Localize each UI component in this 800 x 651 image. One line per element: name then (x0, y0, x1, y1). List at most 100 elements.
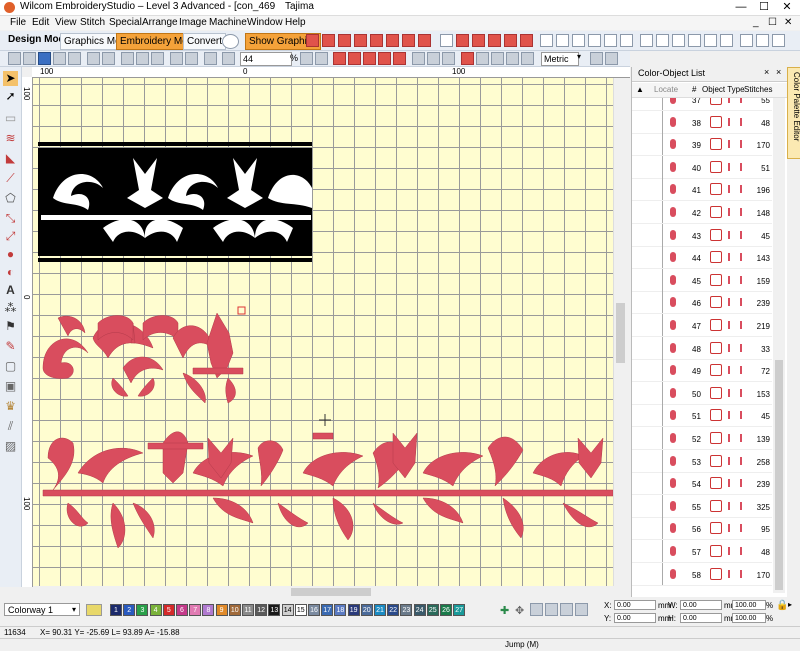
triple-run-icon[interactable]: ⤢ (3, 229, 18, 244)
color-swatch[interactable]: 16 (308, 604, 320, 616)
redo-icon[interactable] (185, 52, 198, 65)
underlay-icon[interactable] (472, 34, 485, 47)
motif-fill-icon[interactable] (402, 34, 415, 47)
group-icon[interactable] (772, 34, 785, 47)
object-list-row[interactable]: 49 72 (632, 359, 772, 383)
object-list-row[interactable]: 52 139 (632, 427, 772, 450)
object-list-row[interactable]: 42 148 (632, 201, 772, 224)
color-swatch[interactable]: 15 (294, 604, 307, 616)
copy-icon[interactable] (136, 52, 149, 65)
column-object-type[interactable]: Object Type (702, 85, 745, 94)
y-field[interactable]: 0.00 (614, 613, 656, 623)
thread-chart-icon[interactable] (530, 603, 543, 616)
undo-icon[interactable] (170, 52, 183, 65)
photo-flash-icon[interactable] (604, 34, 617, 47)
column-locate[interactable]: Locate (654, 85, 678, 94)
show-connectors-icon[interactable] (363, 52, 376, 65)
zoom-field[interactable]: 44 (240, 52, 292, 66)
w-field[interactable]: 0.00 (680, 600, 722, 610)
align-bottom-icon[interactable] (720, 34, 733, 47)
collapse-icon[interactable]: ▲ (636, 85, 644, 94)
design-info-icon[interactable] (521, 52, 534, 65)
texture-icon[interactable] (540, 34, 553, 47)
menu-edit[interactable]: Edit (32, 17, 49, 28)
zoom-out-icon[interactable] (315, 52, 328, 65)
color-swatch[interactable]: 23 (400, 604, 413, 616)
color-swatch[interactable]: 10 (228, 604, 241, 616)
effects-icon[interactable] (440, 34, 453, 47)
object-list-row[interactable]: 41 196 (632, 178, 772, 202)
add-color-icon[interactable]: ✚ (500, 604, 509, 617)
new-file-icon[interactable] (8, 52, 21, 65)
digitize-tool-icon[interactable]: ▭ (3, 111, 18, 126)
menu-view[interactable]: View (55, 17, 77, 28)
object-list-row[interactable]: 46 239 (632, 291, 772, 315)
cross-stitch-icon[interactable] (418, 34, 431, 47)
align-center-icon[interactable] (656, 34, 669, 47)
monogram-icon[interactable]: ⁂ (3, 301, 18, 316)
globe-icon[interactable] (222, 34, 239, 49)
save-icon[interactable] (38, 52, 51, 65)
measure-icon[interactable] (506, 52, 519, 65)
panel-scroll-thumb[interactable] (775, 360, 783, 590)
stitch-player-icon[interactable] (491, 52, 504, 65)
color-swatch[interactable]: 6 (176, 604, 188, 616)
outline-tool-icon[interactable]: ▢ (3, 359, 18, 374)
color-lock-icon[interactable] (575, 603, 588, 616)
satin-icon[interactable] (306, 34, 319, 47)
zoom-in-icon[interactable] (300, 52, 313, 65)
align-left-icon[interactable] (640, 34, 653, 47)
satin-tool-icon[interactable]: ≋ (3, 131, 18, 146)
trapunto-icon[interactable] (520, 34, 533, 47)
menu-machine[interactable]: Machine (209, 17, 247, 28)
object-list-row[interactable]: 58 170 (632, 562, 772, 586)
color-swatch[interactable]: 8 (202, 604, 215, 616)
object-list-row[interactable]: 50 153 (632, 381, 772, 405)
auto-split-icon[interactable] (504, 34, 517, 47)
color-swatch[interactable]: 24 (413, 604, 426, 616)
pattern-fill-icon[interactable] (354, 34, 367, 47)
color-settings-icon[interactable] (86, 604, 102, 616)
show-hoop-icon[interactable] (427, 52, 440, 65)
object-list-row[interactable]: 44 143 (632, 246, 772, 270)
doc-minimize-button[interactable]: _ (753, 17, 759, 28)
menu-file[interactable]: File (10, 17, 26, 28)
run-tool-icon[interactable]: ⤡ (3, 211, 18, 226)
column-tool-icon[interactable]: ⟋ (3, 171, 18, 186)
panel-pin-icon[interactable]: × (764, 67, 769, 77)
paste-icon[interactable] (151, 52, 164, 65)
slow-redraw-icon[interactable] (476, 52, 489, 65)
proportional-lock-icon[interactable]: 🔒 (776, 600, 788, 611)
show-needle-points-icon[interactable] (378, 52, 391, 65)
colorway-select[interactable]: Colorway 1 (4, 603, 80, 616)
color-swatch[interactable]: 9 (215, 604, 228, 616)
select-icon[interactable] (204, 52, 217, 65)
cut-icon[interactable] (121, 52, 134, 65)
color-swatch[interactable]: 26 (440, 604, 452, 616)
color-swatch[interactable]: 22 (387, 604, 400, 616)
print-icon[interactable] (68, 52, 81, 65)
pull-comp-icon[interactable] (488, 34, 501, 47)
color-swatch[interactable]: 7 (189, 604, 202, 616)
hoop-select-icon[interactable] (590, 52, 603, 65)
travel-icon[interactable] (461, 52, 474, 65)
color-swatch[interactable]: 27 (453, 604, 466, 616)
scale-h-field[interactable]: 100.00 (732, 613, 766, 623)
column-stitches[interactable]: Stitches (744, 85, 772, 94)
show-functions-icon[interactable] (393, 52, 406, 65)
export-icon[interactable] (102, 52, 115, 65)
zoom-icon[interactable] (222, 52, 235, 65)
align-middle-icon[interactable] (704, 34, 717, 47)
object-list-row[interactable]: 56 95 (632, 517, 772, 541)
menu-special[interactable]: Special (109, 17, 142, 28)
color-swatch[interactable]: 4 (149, 604, 162, 616)
embroidery-motif-single[interactable] (42, 312, 244, 404)
twin-icon[interactable] (572, 34, 585, 47)
scale-chevron-icon[interactable]: ▸ (788, 600, 792, 609)
move-icon[interactable]: ✥ (515, 604, 524, 617)
color-blend-icon[interactable] (545, 603, 558, 616)
knife-tool-icon[interactable]: ⫽ (3, 419, 18, 434)
h-field[interactable]: 0.00 (680, 613, 722, 623)
vertical-scroll-thumb[interactable] (616, 303, 625, 363)
motif-tool-icon[interactable]: ♛ (3, 399, 18, 414)
